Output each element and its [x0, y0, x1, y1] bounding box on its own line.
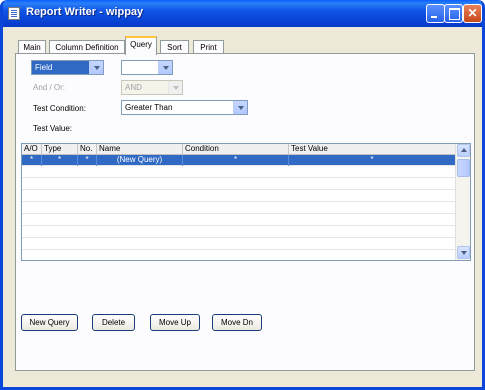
close-icon: ✕ [467, 6, 478, 20]
table-row-empty[interactable] [22, 179, 456, 190]
report-app-icon [8, 7, 20, 20]
test-condition-combo[interactable]: Greater Than [121, 100, 248, 115]
table-row-empty[interactable] [22, 215, 456, 226]
field-secondary-combo[interactable] [121, 60, 173, 75]
cell-no: * [78, 155, 97, 166]
scroll-thumb[interactable] [457, 159, 470, 177]
move-up-button[interactable]: Move Up [150, 314, 200, 331]
title-bar[interactable]: Report Writer - wippay ✕ [3, 0, 482, 27]
query-grid[interactable]: A/O Type No. Name Condition Test Value *… [21, 143, 471, 261]
chevron-down-icon [461, 251, 467, 255]
and-or-combo[interactable]: AND [121, 80, 183, 95]
table-row[interactable]: * * * (New Query) * * [22, 155, 456, 166]
window-title: Report Writer - wippay [26, 6, 144, 18]
column-header-test-value[interactable]: Test Value [289, 144, 456, 155]
chevron-down-icon[interactable] [168, 81, 182, 94]
delete-button[interactable]: Delete [92, 314, 135, 331]
chevron-up-icon [461, 148, 467, 152]
close-button[interactable]: ✕ [463, 4, 482, 23]
chevron-down-icon[interactable] [89, 61, 103, 74]
tab-query[interactable]: Query [125, 36, 157, 55]
minimize-icon [427, 5, 444, 22]
table-row-empty[interactable] [22, 227, 456, 238]
tab-sort[interactable]: Sort [160, 40, 189, 54]
grid-vertical-scrollbar[interactable] [455, 144, 470, 260]
chevron-down-icon[interactable] [233, 101, 247, 114]
maximize-icon [445, 5, 462, 22]
cell-test-value: * [289, 155, 456, 166]
cell-condition: * [183, 155, 289, 166]
chevron-down-icon[interactable] [158, 61, 172, 74]
minimize-button[interactable] [426, 4, 445, 23]
cell-type: * [42, 155, 78, 166]
new-query-button[interactable]: New Query [21, 314, 78, 331]
and-or-label: And / Or: [33, 83, 66, 92]
tab-column-definition[interactable]: Column Definition [49, 40, 125, 54]
tab-print[interactable]: Print [193, 40, 224, 54]
table-row-empty[interactable] [22, 167, 456, 178]
grid-header: A/O Type No. Name Condition Test Value [22, 144, 456, 155]
field-combo-value: Field [35, 63, 53, 72]
scroll-down-button[interactable] [457, 246, 470, 259]
and-or-value: AND [125, 83, 142, 92]
table-row-empty[interactable] [22, 191, 456, 202]
test-condition-value: Greater Than [125, 103, 173, 112]
scroll-up-button[interactable] [457, 144, 470, 157]
column-header-name[interactable]: Name [97, 144, 183, 155]
test-value-label: Test Value: [33, 124, 72, 133]
maximize-button[interactable] [444, 4, 463, 23]
table-row-empty[interactable] [22, 203, 456, 214]
tab-main[interactable]: Main [18, 40, 46, 54]
move-down-button[interactable]: Move Dn [212, 314, 262, 331]
field-combo[interactable]: Field [31, 60, 104, 75]
column-header-condition[interactable]: Condition [183, 144, 289, 155]
cell-name: (New Query) [97, 155, 183, 166]
cell-ao: * [22, 155, 42, 166]
column-header-no[interactable]: No. [78, 144, 97, 155]
test-condition-label: Test Condition: [33, 104, 86, 113]
column-header-type[interactable]: Type [42, 144, 78, 155]
column-header-ao[interactable]: A/O [22, 144, 42, 155]
table-row-empty[interactable] [22, 239, 456, 250]
